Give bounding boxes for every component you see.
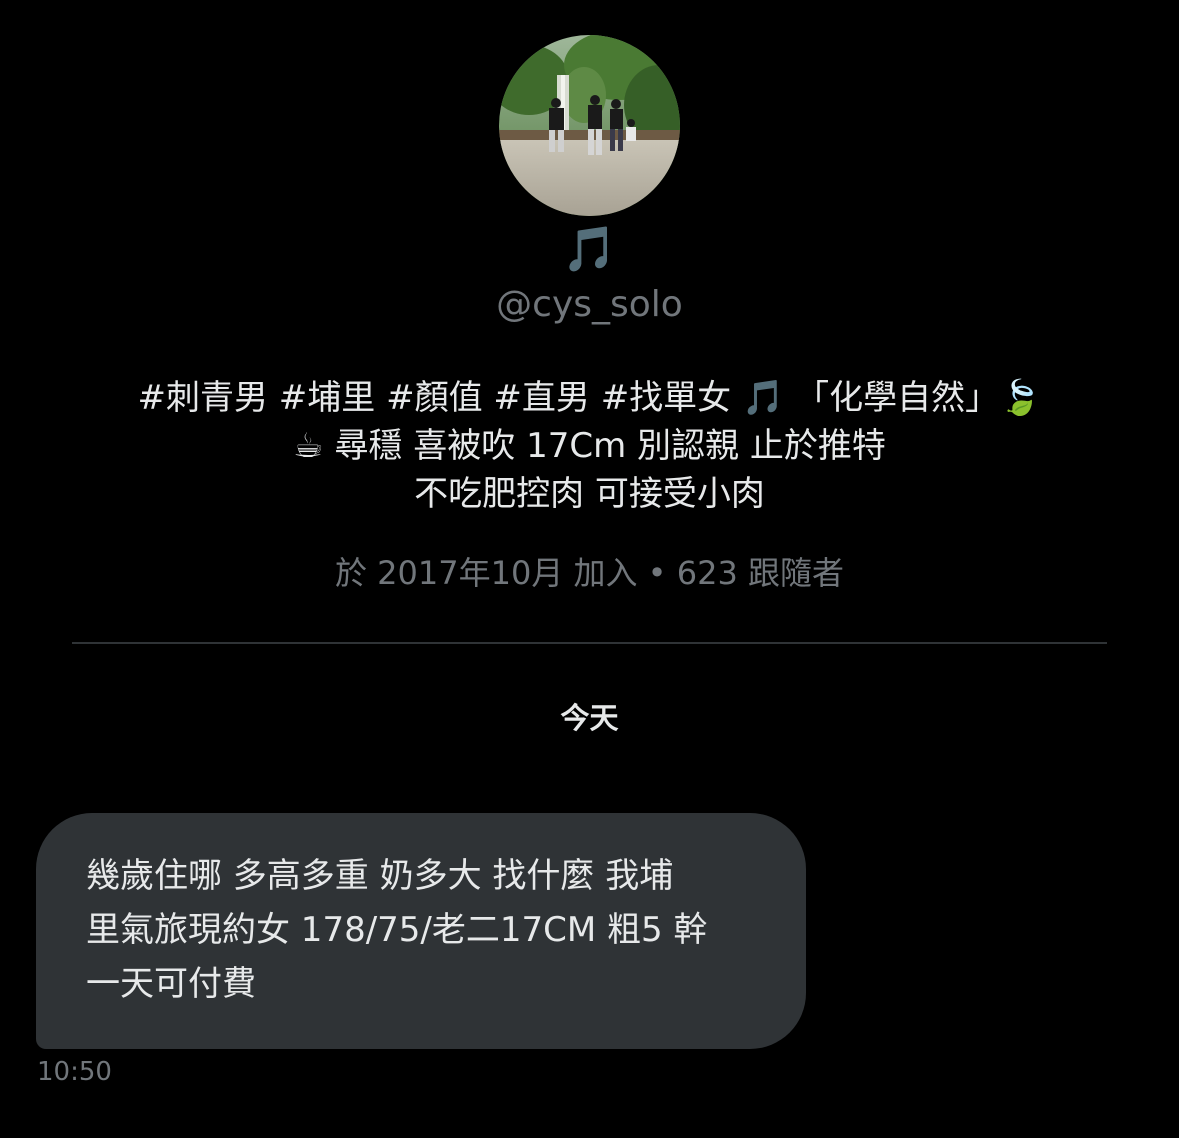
profile-handle[interactable]: @cys_solo [0, 282, 1179, 328]
bio-line: #刺青男 #埔里 #顏值 #直男 #找單女 🎵 「化學自然」🍃 [137, 378, 1042, 418]
message-timestamp: 10:50 [37, 1057, 112, 1087]
message-bubble[interactable]: 幾歲住哪 多高多重 奶多大 找什麼 我埔 里氣旅現約女 178/75/老二17C… [36, 813, 806, 1049]
profile-avatar[interactable] [499, 35, 680, 216]
message-text-line: 幾歲住哪 多高多重 奶多大 找什麼 我埔 [86, 856, 674, 896]
divider [72, 642, 1107, 644]
avatar-photo [499, 35, 680, 216]
message-text-line: 一天可付費 [86, 964, 256, 1004]
message-text-line: 里氣旅現約女 178/75/老二17CM 粗5 幹 [86, 910, 708, 950]
bio-line: 不吃肥控肉 可接受小肉 [414, 474, 765, 514]
date-separator: 今天 [560, 701, 619, 735]
display-name: 🎵 [562, 224, 617, 275]
profile-meta[interactable]: 於 2017年10月 加入 • 623 跟隨者 [0, 551, 1179, 595]
profile-bio: #刺青男 #埔里 #顏值 #直男 #找單女 🎵 「化學自然」🍃 ☕ 尋穩 喜被吹… [60, 374, 1119, 518]
bio-line: ☕ 尋穩 喜被吹 17Cm 別認親 止於推特 [293, 426, 886, 466]
